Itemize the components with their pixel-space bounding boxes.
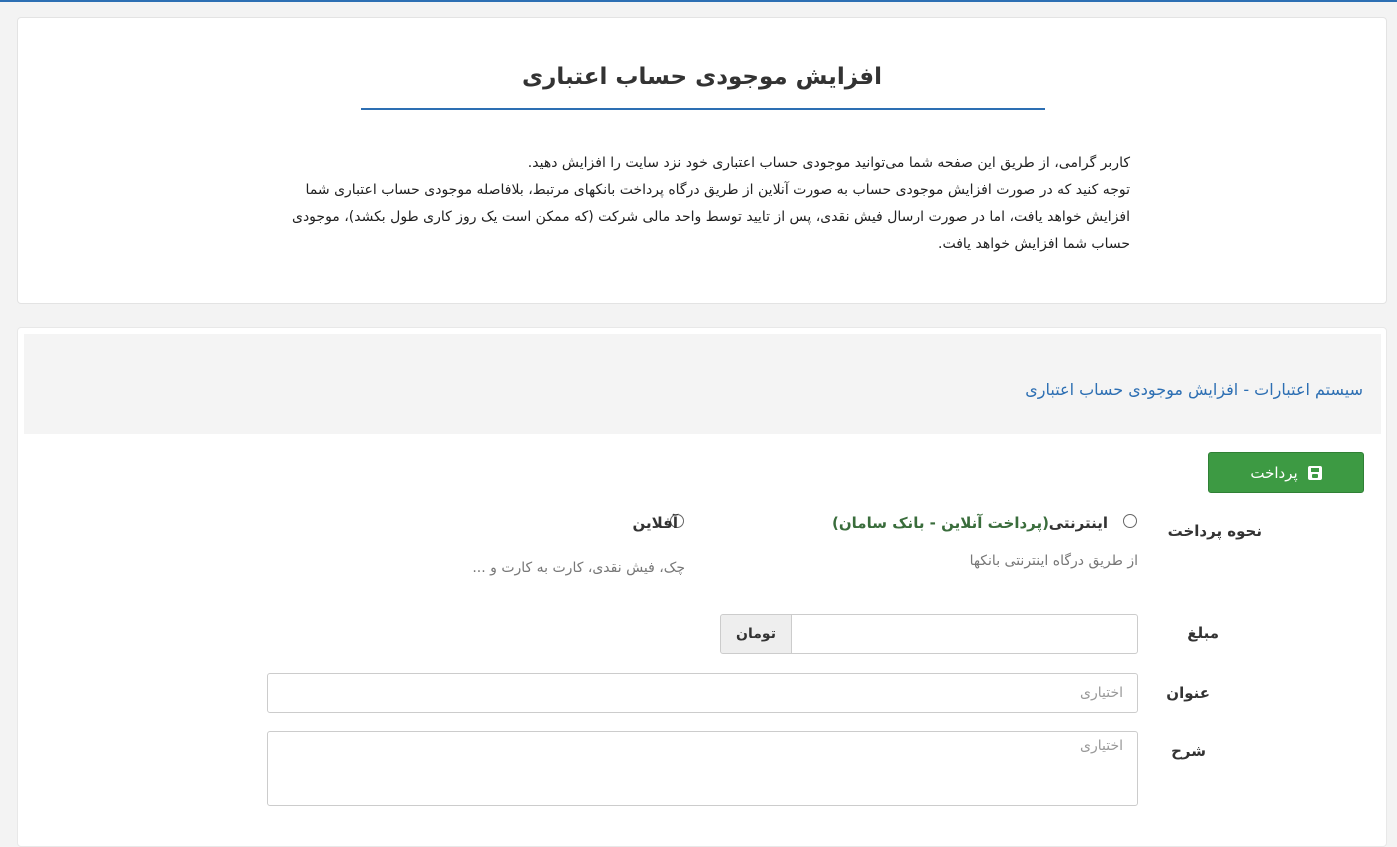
offline-option-description: چک، فیش نقدی، کارت به کارت و ... <box>472 560 685 576</box>
top-accent-line <box>0 0 1397 2</box>
subject-label: عنوان <box>1166 684 1210 702</box>
pay-button[interactable]: پرداخت <box>1208 452 1364 493</box>
intro-line-1: کاربر گرامی، از طریق این صفحه شما می‌توا… <box>527 155 1130 171</box>
title-divider <box>361 108 1045 110</box>
breadcrumb-link[interactable]: سیستم اعتبارات - افزایش موجودی حساب اعتب… <box>1025 380 1363 399</box>
currency-addon: تومان <box>720 614 792 654</box>
breadcrumb: سیستم اعتبارات - افزایش موجودی حساب اعتب… <box>24 334 1381 434</box>
amount-input[interactable] <box>791 614 1138 654</box>
description-label: شرح <box>1171 742 1206 760</box>
intro-text: کاربر گرامی، از طریق این صفحه شما می‌توا… <box>290 150 1130 258</box>
description-textarea[interactable] <box>267 731 1138 806</box>
payment-form-panel: سیستم اعتبارات - افزایش موجودی حساب اعتب… <box>17 327 1387 847</box>
payment-method-label: نحوه پرداخت <box>1167 522 1262 540</box>
pay-button-label: پرداخت <box>1250 463 1298 482</box>
info-panel: افزایش موجودی حساب اعتباری کاربر گرامی، … <box>17 17 1387 304</box>
offline-option-title: آفلاین <box>632 514 678 532</box>
intro-line-2: توجه کنید که در صورت افزایش موجودی حساب … <box>291 182 1130 252</box>
online-option-detail: (پرداخت آنلاین - بانک سامان) <box>832 514 1049 532</box>
online-option-title: اینترنتی <box>1048 514 1108 532</box>
online-radio[interactable] <box>1123 514 1137 528</box>
online-option-description: از طریق درگاه اینترنتی بانکها <box>969 553 1138 569</box>
subject-input[interactable] <box>267 673 1138 713</box>
amount-label: مبلغ <box>1187 624 1219 642</box>
page-title: افزایش موجودی حساب اعتباری <box>522 64 882 90</box>
save-icon <box>1307 465 1322 480</box>
